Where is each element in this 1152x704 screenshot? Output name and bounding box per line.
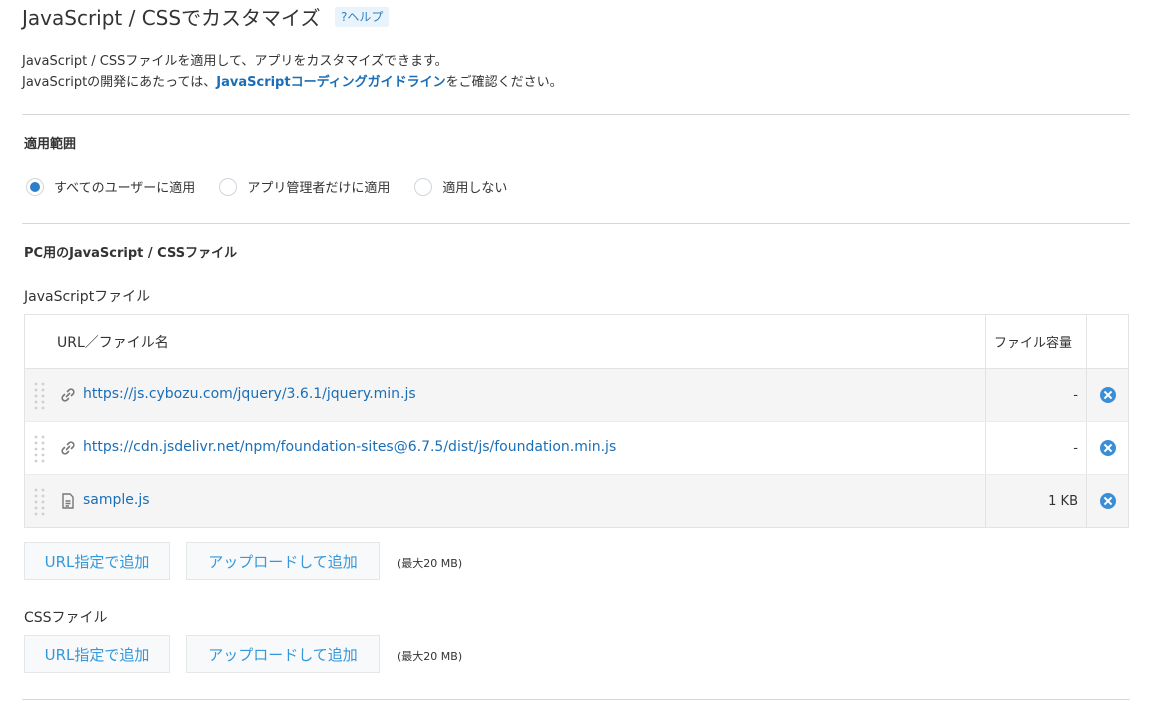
delete-cell [1087, 369, 1128, 421]
coding-guideline-link[interactable]: JavaScriptコーディングガイドライン [216, 75, 445, 90]
css-upload-button[interactable]: アップロードして追加 [186, 635, 380, 673]
description-text-pre: JavaScriptの開発にあたっては、 [22, 75, 217, 90]
link-icon [61, 441, 75, 455]
pc-section-title: PC用のJavaScript / CSSファイル [24, 246, 238, 261]
file-size-cell: - [986, 422, 1087, 474]
delete-icon[interactable] [1099, 493, 1116, 509]
delete-cell [1087, 422, 1128, 474]
radio-unchecked-icon[interactable] [219, 177, 238, 196]
column-header-size: ファイル容量 [986, 315, 1087, 368]
column-header-delete [1087, 315, 1128, 368]
page-title: JavaScript / CSSでカスタマイズ [22, 6, 321, 30]
css-max-size-note: (最大20 MB) [397, 650, 463, 663]
css-add-url-button[interactable]: URL指定で追加 [24, 635, 170, 673]
divider [22, 223, 1130, 224]
js-upload-button[interactable]: アップロードして追加 [186, 542, 380, 580]
radio-label: 適用しない [442, 181, 508, 196]
drag-handle-icon[interactable] [33, 434, 47, 464]
table-row: https://cdn.jsdelivr.net/npm/foundation-… [25, 422, 1128, 475]
radio-unchecked-icon[interactable] [414, 177, 433, 196]
file-size-cell: - [986, 369, 1087, 421]
column-header-name: URL／ファイル名 [25, 315, 986, 368]
js-file-table: URL／ファイル名 ファイル容量 https://js.cybozu.com/j… [24, 314, 1129, 528]
radio-label: アプリ管理者だけに適用 [247, 181, 391, 196]
scope-title: 適用範囲 [24, 137, 77, 152]
description-text-post: をご確認ください。 [445, 75, 563, 90]
delete-cell [1087, 475, 1128, 527]
table-header: URL／ファイル名 ファイル容量 [25, 315, 1128, 369]
delete-icon[interactable] [1099, 387, 1116, 403]
drag-handle-icon[interactable] [33, 487, 47, 517]
file-name-cell: https://cdn.jsdelivr.net/npm/foundation-… [25, 422, 986, 474]
drag-handle-icon[interactable] [33, 381, 47, 411]
link-icon [61, 388, 75, 402]
file-link[interactable]: sample.js [83, 492, 150, 508]
file-link[interactable]: https://js.cybozu.com/jquery/3.6.1/jquer… [83, 386, 416, 402]
js-files-label: JavaScriptファイル [24, 289, 151, 305]
table-row: https://js.cybozu.com/jquery/3.6.1/jquer… [25, 369, 1128, 422]
radio-checked-icon[interactable] [26, 177, 44, 196]
file-name-cell: https://js.cybozu.com/jquery/3.6.1/jquer… [25, 369, 986, 421]
file-link[interactable]: https://cdn.jsdelivr.net/npm/foundation-… [83, 439, 616, 455]
js-max-size-note: (最大20 MB) [397, 557, 463, 570]
radio-label: すべてのユーザーに適用 [54, 181, 196, 196]
file-name-cell: sample.js [25, 475, 986, 527]
radio-do-not-apply[interactable]: 適用しない [414, 177, 507, 196]
file-icon [62, 493, 74, 509]
description-line-1: JavaScript / CSSファイルを適用して、アプリをカスタマイズできます… [22, 54, 448, 69]
delete-icon[interactable] [1099, 440, 1116, 456]
scope-radio-group: すべてのユーザーに適用 アプリ管理者だけに適用 適用しない [26, 177, 531, 196]
css-files-label: CSSファイル [24, 610, 108, 626]
description-line-2: JavaScriptの開発にあたっては、JavaScriptコーディングガイドラ… [22, 71, 563, 90]
file-size-cell: 1 KB [986, 475, 1087, 527]
radio-admins-only[interactable]: アプリ管理者だけに適用 [219, 177, 390, 196]
js-add-url-button[interactable]: URL指定で追加 [24, 542, 170, 580]
table-row: sample.js 1 KB [25, 475, 1128, 527]
help-link[interactable]: ?ヘルプ [335, 7, 390, 27]
divider [22, 699, 1130, 700]
divider [22, 114, 1130, 115]
radio-all-users[interactable]: すべてのユーザーに適用 [26, 177, 195, 196]
